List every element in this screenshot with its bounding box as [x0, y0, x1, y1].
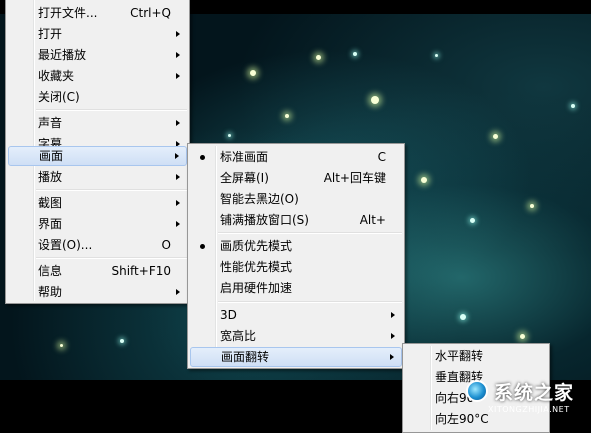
star-particle	[250, 70, 256, 76]
menu-item-fill-window[interactable]: 铺满播放窗口(S) Alt+	[190, 210, 402, 230]
star-particle	[316, 55, 321, 60]
star-particle	[421, 177, 427, 183]
submenu-arrow-icon	[176, 221, 180, 227]
menu-item-smart-crop[interactable]: 智能去黑边(O)	[190, 189, 402, 209]
menu-item-label: 帮助	[38, 285, 63, 299]
menu-item-label: 画质优先模式	[220, 239, 293, 253]
star-particle	[470, 218, 475, 223]
star-particle	[353, 52, 357, 56]
menu-item-label: 设置(O)...	[38, 238, 93, 252]
menu-item-label: 打开	[38, 27, 63, 41]
shortcut-label: O	[161, 238, 171, 252]
menu-item-label: 关闭(C)	[38, 90, 80, 104]
menu-item-label: 截图	[38, 196, 63, 210]
menu-item-picture[interactable]: 画面	[8, 146, 187, 166]
menu-item-quality-mode[interactable]: 画质优先模式	[190, 236, 402, 256]
menu-item-label: 播放	[38, 170, 63, 184]
menu-item-open-file[interactable]: 打开文件... Ctrl+Q	[8, 3, 187, 23]
menu-item-picture-flip[interactable]: 画面翻转	[190, 347, 402, 367]
submenu-arrow-icon	[176, 52, 180, 58]
menu-item-help[interactable]: 帮助	[8, 282, 187, 302]
radio-bullet-icon	[200, 155, 205, 160]
menu-separator	[36, 257, 187, 259]
submenu-arrow-icon	[176, 31, 180, 37]
star-particle	[60, 344, 63, 347]
submenu-arrow-icon	[175, 153, 179, 159]
menu-item-settings[interactable]: 设置(O)... O	[8, 235, 187, 255]
menu-item-label: 界面	[38, 217, 63, 231]
star-particle	[228, 134, 231, 137]
watermark: 系统之家 XITONGZHIJIA.NET	[466, 372, 591, 422]
radio-bullet-icon	[200, 244, 205, 249]
menu-item-label: 全屏幕(I)	[220, 171, 269, 185]
star-particle	[530, 204, 534, 208]
site-logo-icon	[466, 380, 488, 402]
star-particle	[285, 114, 289, 118]
watermark-url: XITONGZHIJIA.NET	[488, 405, 570, 414]
menu-item-favorites[interactable]: 收藏夹	[8, 66, 187, 86]
menu-item-label: 宽高比	[220, 329, 257, 343]
menu-item-label: 画面翻转	[221, 350, 270, 364]
submenu-arrow-icon	[176, 200, 180, 206]
submenu-arrow-icon	[391, 312, 395, 318]
submenu-arrow-icon	[390, 354, 394, 360]
menu-item-3d[interactable]: 3D	[190, 305, 402, 325]
menu-item-playback[interactable]: 播放	[8, 167, 187, 187]
menu-item-close[interactable]: 关闭(C)	[8, 87, 187, 107]
star-particle	[371, 96, 379, 104]
menu-item-label: 性能优先模式	[220, 260, 293, 274]
menu-item-label: 最近播放	[38, 48, 87, 62]
shortcut-label: Alt+回车键	[323, 171, 386, 185]
menu-item-label: 启用硬件加速	[220, 281, 293, 295]
menu-item-label: 信息	[38, 264, 63, 278]
star-particle	[493, 134, 498, 139]
shortcut-label: Alt+	[359, 213, 386, 227]
menu-item-sound[interactable]: 声音	[8, 113, 187, 133]
star-particle	[120, 339, 124, 343]
shortcut-label: Ctrl+Q	[130, 6, 171, 20]
menu-item-open[interactable]: 打开	[8, 24, 187, 44]
submenu-arrow-icon	[176, 73, 180, 79]
submenu-arrow-icon	[176, 289, 180, 295]
menu-item-standard-picture[interactable]: 标准画面 C	[190, 147, 402, 167]
star-particle	[571, 104, 575, 108]
menu-item-label: 打开文件...	[38, 6, 98, 20]
menu-item-label: 标准画面	[220, 150, 269, 164]
menu-separator	[218, 301, 402, 303]
menu-item-label: 铺满播放窗口(S)	[220, 213, 309, 227]
menu-item-recent[interactable]: 最近播放	[8, 45, 187, 65]
picture-submenu: 标准画面 C 全屏幕(I) Alt+回车键 智能去黑边(O) 铺满播放窗口(S) Al…	[187, 143, 405, 369]
shortcut-label: C	[377, 150, 386, 164]
submenu-arrow-icon	[176, 174, 180, 180]
star-particle	[460, 314, 466, 320]
menu-item-performance-mode[interactable]: 性能优先模式	[190, 257, 402, 277]
menu-item-aspect-ratio[interactable]: 宽高比	[190, 326, 402, 346]
menu-item-fullscreen[interactable]: 全屏幕(I) Alt+回车键	[190, 168, 402, 188]
menu-item-label: 智能去黑边(O)	[220, 192, 299, 206]
star-particle	[520, 334, 525, 339]
menu-item-screenshot[interactable]: 截图	[8, 193, 187, 213]
submenu-arrow-icon	[391, 333, 395, 339]
menu-item-hardware-accel[interactable]: 启用硬件加速	[190, 278, 402, 298]
menu-item-label: 3D	[220, 308, 237, 322]
shortcut-label: Shift+F10	[111, 264, 171, 278]
submenu-arrow-icon	[176, 120, 180, 126]
menu-item-info[interactable]: 信息 Shift+F10	[8, 261, 187, 281]
menu-item-flip-horizontal[interactable]: 水平翻转	[405, 346, 547, 366]
menu-item-label: 画面	[39, 149, 64, 163]
star-particle	[435, 54, 438, 57]
menu-item-label: 收藏夹	[38, 69, 75, 83]
main-context-menu: 打开文件... Ctrl+Q 打开 最近播放 收藏夹 关闭(C) 声音 字幕 画面…	[5, 0, 190, 304]
menu-separator	[218, 232, 402, 234]
menu-separator	[36, 109, 187, 111]
menu-item-label: 声音	[38, 116, 63, 130]
menu-item-interface[interactable]: 界面	[8, 214, 187, 234]
menu-separator	[36, 189, 187, 191]
watermark-text: 系统之家	[494, 382, 575, 404]
menu-item-label: 水平翻转	[435, 349, 484, 363]
